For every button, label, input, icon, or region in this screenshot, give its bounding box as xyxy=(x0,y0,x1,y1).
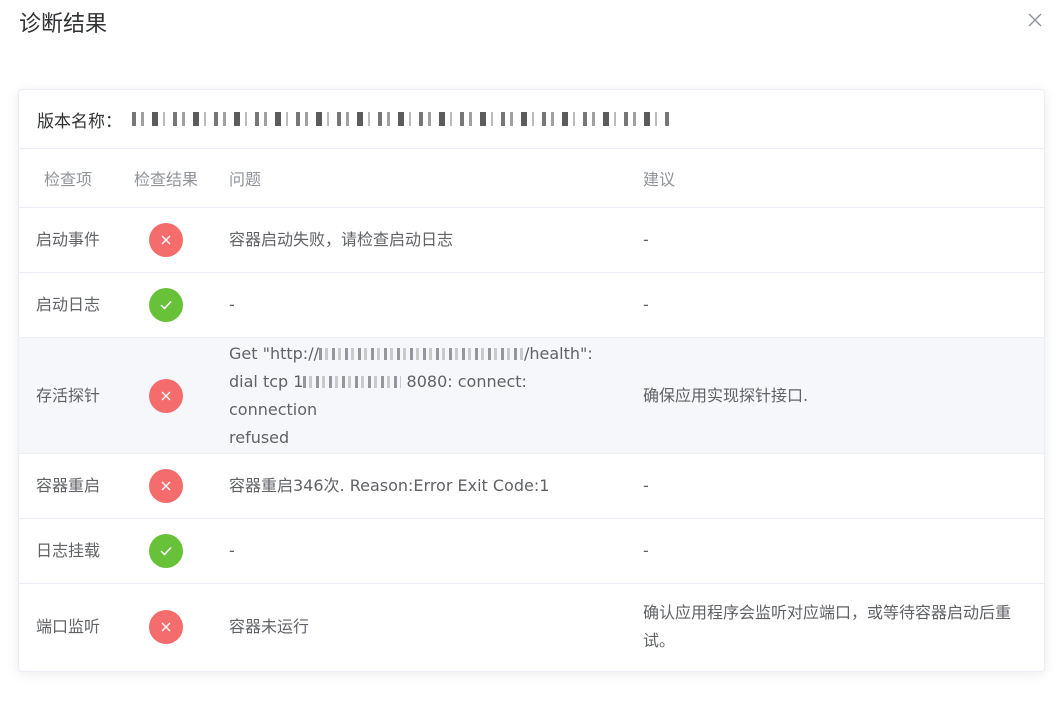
version-label: 版本名称： xyxy=(37,111,122,132)
check-item: 启动事件 xyxy=(19,207,117,273)
check-item: 日志挂载 xyxy=(19,518,117,584)
suggestion-text: 确认应用程序会监听对应端口，或等待容器启动后重试。 xyxy=(643,603,1012,650)
suggestion-text: - xyxy=(629,272,1044,338)
fail-status-icon xyxy=(149,610,183,644)
diagnosis-table: 检查项 检查结果 问题 建议 启动事件 容器启动失败，请检查启动日志 - 启动日… xyxy=(19,149,1044,670)
suggestion-text: - xyxy=(629,453,1044,519)
header-suggestion: 建议 xyxy=(629,149,1044,208)
suggestion-text: - xyxy=(629,207,1044,273)
problem-text: 容器启动失败，请检查启动日志 xyxy=(215,207,629,273)
suggestion-text: - xyxy=(629,518,1044,584)
problem-text: 容器重启346次. Reason:Error Exit Code:1 xyxy=(215,453,629,519)
fail-status-icon xyxy=(149,223,183,257)
pass-status-icon xyxy=(149,534,183,568)
check-item: 端口监听 xyxy=(35,617,100,636)
header-item: 检查项 xyxy=(19,149,117,208)
table-header-row: 检查项 检查结果 问题 建议 xyxy=(19,149,1044,208)
table-row: 容器重启 容器重启346次. Reason:Error Exit Code:1 … xyxy=(19,453,1044,519)
check-item: 存活探针 xyxy=(19,337,117,454)
header-result: 检查结果 xyxy=(117,149,215,208)
header-problem: 问题 xyxy=(215,149,629,208)
table-row: 存活探针 Get "http:///health": dial tcp 1 80… xyxy=(19,337,1044,454)
close-icon xyxy=(1028,13,1042,27)
check-item: 容器重启 xyxy=(19,453,117,519)
version-row: 版本名称： ■■ ■ ■■ ■■■ ■■■ ■■■■ ■■ ■ ■■ ■■■ ■… xyxy=(19,90,1044,149)
table-row: 启动事件 容器启动失败，请检查启动日志 - xyxy=(19,207,1044,273)
problem-text: - xyxy=(215,518,629,584)
suggestion-text: 确保应用实现探针接口. xyxy=(629,337,1044,454)
check-item: 启动日志 xyxy=(19,272,117,338)
problem-text: - xyxy=(215,272,629,338)
problem-text: Get "http:///health": dial tcp 1 8080: c… xyxy=(215,337,629,454)
table-row: 启动日志 - - xyxy=(19,272,1044,338)
table-row: 日志挂载 - - xyxy=(19,518,1044,584)
version-value: ■■ ■ ■■ ■■■ ■■■ ■■■■ ■■ ■ ■■ ■■■ ■ ■■ xyxy=(132,112,672,126)
pass-status-icon xyxy=(149,288,183,322)
fail-status-icon xyxy=(149,469,183,503)
fail-status-icon xyxy=(149,378,183,413)
dialog-title: 诊断结果 xyxy=(19,12,108,37)
problem-text: 容器未运行 xyxy=(229,617,310,636)
close-button[interactable] xyxy=(1025,10,1045,30)
diagnosis-card: 版本名称： ■■ ■ ■■ ■■■ ■■■ ■■■■ ■■ ■ ■■ ■■■ ■… xyxy=(18,89,1045,672)
table-row: 端口监听 容器未运行 确认应用程序会监听对应端口，或等待容器启动后重试。 xyxy=(19,584,1044,671)
